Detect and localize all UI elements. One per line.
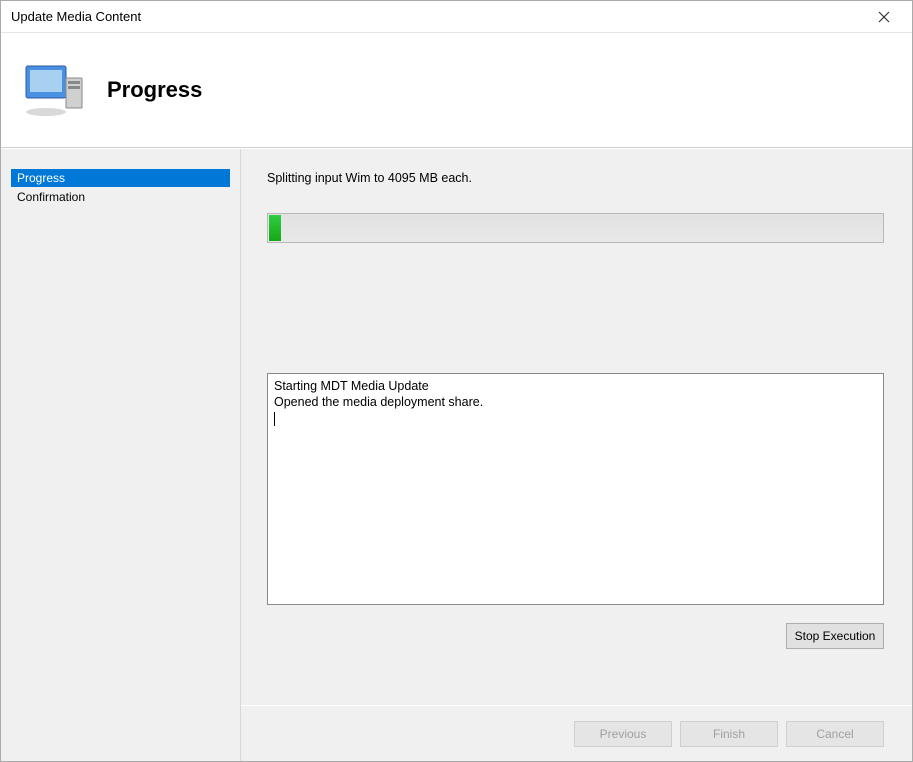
wizard-body: Progress Confirmation Splitting input Wi… <box>1 148 912 705</box>
titlebar: Update Media Content <box>1 1 912 33</box>
sidebar: Progress Confirmation <box>1 149 241 705</box>
log-text: Starting MDT Media Update Opened the med… <box>274 379 483 409</box>
close-button[interactable] <box>864 3 904 31</box>
text-cursor <box>274 412 275 426</box>
wizard-header: Progress <box>1 33 912 148</box>
footer-buttons: Previous Finish Cancel <box>241 705 912 761</box>
cancel-button: Cancel <box>786 721 884 747</box>
window-title: Update Media Content <box>11 9 864 24</box>
sidebar-item-label: Confirmation <box>17 190 85 204</box>
computer-icon <box>19 55 89 125</box>
page-title: Progress <box>107 77 202 103</box>
close-icon <box>878 11 890 23</box>
sidebar-item-label: Progress <box>17 171 65 185</box>
sidebar-item-progress[interactable]: Progress <box>11 169 230 187</box>
wizard-window: Update Media Content Progress Progress <box>0 0 913 762</box>
main-panel: Splitting input Wim to 4095 MB each. Sta… <box>241 149 912 705</box>
status-text: Splitting input Wim to 4095 MB each. <box>267 171 884 185</box>
progress-bar <box>267 213 884 243</box>
stop-execution-button[interactable]: Stop Execution <box>786 623 884 649</box>
progress-fill <box>269 215 281 241</box>
finish-button: Finish <box>680 721 778 747</box>
sidebar-item-confirmation[interactable]: Confirmation <box>11 188 230 206</box>
wizard-footer: Previous Finish Cancel <box>1 705 912 761</box>
stop-row: Stop Execution <box>267 623 884 649</box>
footer-sidebar-spacer <box>1 705 241 761</box>
previous-button: Previous <box>574 721 672 747</box>
log-output[interactable]: Starting MDT Media Update Opened the med… <box>267 373 884 605</box>
